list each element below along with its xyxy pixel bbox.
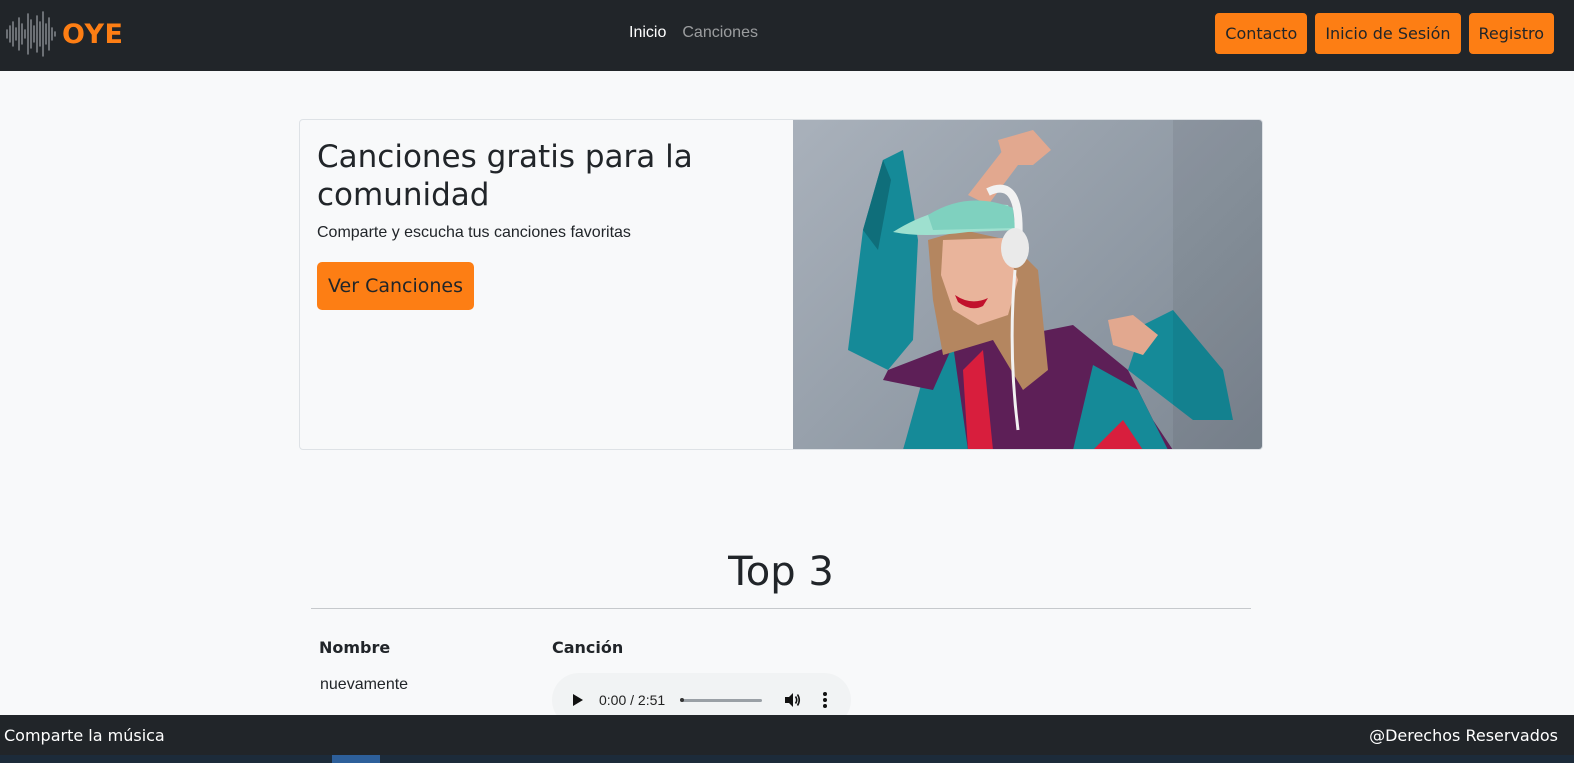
hero-title: Canciones gratis para la comunidad [317,139,693,213]
bottom-strip-segment [332,755,380,763]
register-button[interactable]: Registro [1468,13,1554,54]
brand-name: OYE [62,18,124,50]
audio-progress-slider[interactable] [680,698,762,702]
nav-link-inicio[interactable]: Inicio [629,24,666,42]
footer: Comparte la música @Derechos Reservados [0,715,1574,755]
contact-button[interactable]: Contacto [1215,13,1308,54]
bottom-strip [0,755,1574,763]
brand[interactable]: OYE [4,10,124,58]
hero-card: Canciones gratis para la comunidad Compa… [299,119,1263,450]
more-options-icon[interactable] [821,690,829,710]
woman-with-headphones-photo [848,120,1262,449]
hero-image [793,120,1262,449]
footer-tagline: Comparte la música [4,726,165,745]
play-icon[interactable] [573,694,583,706]
column-header-cancion: Canción [552,638,624,657]
column-header-nombre: Nombre [319,638,391,657]
top-section-title: Top 3 [728,549,834,595]
waveform-icon [4,10,58,58]
audio-time: 0:00 / 2:51 [599,692,666,708]
nav-buttons: Contacto Inicio de Sesión Registro [1215,13,1554,54]
song-name: nuevamente [320,676,409,693]
navbar: OYE Inicio Canciones Contacto Inicio de … [0,0,1574,71]
footer-copyright: @Derechos Reservados [1369,726,1558,745]
view-songs-button[interactable]: Ver Canciones [317,262,474,310]
hero-text: Canciones gratis para la comunidad Compa… [317,138,787,310]
hero-subtitle: Comparte y escucha tus canciones favorit… [317,224,631,241]
nav-links: Inicio Canciones [629,24,758,42]
divider [311,608,1251,609]
volume-icon[interactable] [783,691,801,709]
audio-progress-thumb[interactable] [680,698,684,702]
nav-link-canciones[interactable]: Canciones [682,24,758,42]
login-button[interactable]: Inicio de Sesión [1315,13,1461,54]
